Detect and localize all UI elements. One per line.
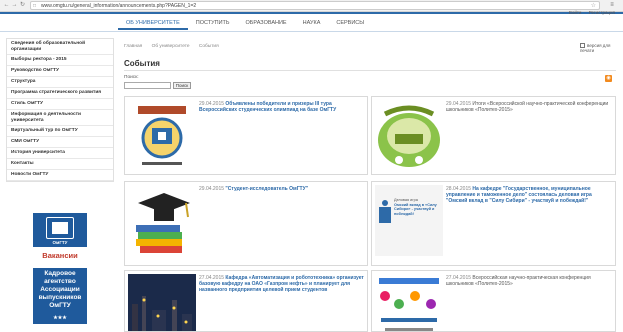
search-button[interactable]: Поиск (173, 82, 191, 89)
contest-badge-thumbnail (375, 100, 443, 171)
hr-agency-banner[interactable]: Кадровое агентство Ассоциации выпускнико… (33, 268, 87, 324)
event-card[interactable]: 29.04.2015 "Студент-исследователь ОмГТУ" (124, 181, 368, 266)
main-navigation: ОБ УНИВЕРСИТЕТЕ ПОСТУПИТЬ ОБРАЗОВАНИЕ НА… (118, 16, 372, 30)
page-title: События (124, 59, 160, 68)
sidebar-item-leadership[interactable]: Руководство ОмГТУ (7, 66, 113, 77)
page-icon: □ (33, 3, 37, 9)
event-card[interactable]: 27.04.2015 Кафедра «Автоматизация и робо… (124, 270, 368, 332)
business-game-thumbnail (375, 185, 443, 256)
rss-icon[interactable]: ◉ (605, 75, 612, 82)
browser-toolbar: ← → ↻ □ www.omgtu.ru/general_information… (0, 0, 623, 12)
nav-about[interactable]: ОБ УНИВЕРСИТЕТЕ (118, 16, 188, 30)
event-card[interactable]: 29.04.2015 Объявлены победители и призер… (124, 96, 368, 175)
refinery-night-thumbnail (128, 274, 196, 331)
title-divider (124, 70, 616, 71)
logo-emblem (52, 222, 68, 234)
hr-agency-text: Кадровое агентство Ассоциации выпускнико… (38, 270, 82, 309)
sidebar-item-history[interactable]: История университета (7, 148, 113, 159)
sidebar-item-org-info[interactable]: Сведения об образовательной организации (7, 39, 113, 55)
reload-icon[interactable]: ↻ (19, 2, 26, 9)
breadcrumb-home[interactable]: Главная (124, 44, 142, 49)
sidebar-item-news[interactable]: Новости ОмГТУ (7, 170, 113, 181)
breadcrumb: Главная Об университете События (124, 44, 227, 49)
breadcrumb-about[interactable]: Об университете (152, 44, 190, 49)
bookmark-star-icon[interactable]: ☆ (591, 2, 596, 9)
sidebar-item-virtual-tour[interactable]: Виртуальный тур по ОмГТУ (7, 126, 113, 137)
browser-menu-icon[interactable]: ≡ (606, 2, 618, 10)
sidebar-item-media[interactable]: СМИ ОмГТУ (7, 137, 113, 148)
nav-science[interactable]: НАУКА (295, 16, 329, 30)
nav-education[interactable]: ОБРАЗОВАНИЕ (238, 16, 295, 30)
event-title[interactable]: Итоги «Всероссийской научно-практической… (446, 101, 608, 113)
sidebar-item-strategy[interactable]: Программа стратегического развития (7, 88, 113, 99)
event-title[interactable]: Кафедра «Автоматизация и робототехника» … (199, 275, 364, 293)
url-text: www.omgtu.ru/general_information/announc… (41, 3, 197, 9)
search-label: Поиск: (124, 75, 139, 80)
stars-icon: ★★★ (53, 315, 67, 321)
sidebar-item-elections[interactable]: Выборы ректора - 2015 (7, 55, 113, 66)
address-bar[interactable]: □ www.omgtu.ru/general_information/annou… (30, 1, 600, 10)
nav-services[interactable]: СЕРВИСЫ (328, 16, 372, 30)
event-card[interactable]: Деловая игра Омский вклад в «Силу Сибири… (371, 181, 616, 266)
back-icon[interactable]: ← (3, 2, 10, 9)
print-version-link[interactable]: версия для печати (580, 43, 616, 53)
graduation-cap-thumbnail (128, 185, 196, 256)
omgtu-logo-banner[interactable]: ОмГТУ (33, 213, 87, 247)
event-card[interactable]: 27.04.2015 Всероссийская научно-практиче… (371, 270, 616, 332)
sidebar-item-style[interactable]: Стиль ОмГТУ (7, 99, 113, 110)
breadcrumb-events: События (198, 44, 219, 49)
header-accent-line (0, 12, 623, 14)
olympiad-logo-thumbnail (128, 100, 196, 171)
event-title[interactable]: "Студент-исследователь ОмГТУ" (225, 186, 308, 192)
login-link[interactable]: Войти (569, 10, 582, 15)
nav-admission[interactable]: ПОСТУПИТЬ (188, 16, 238, 30)
search-input[interactable] (124, 82, 171, 89)
event-date: 29.04.2015 (199, 186, 225, 192)
sidebar-item-contacts[interactable]: Контакты (7, 159, 113, 170)
sidebar-item-activity[interactable]: Информация о деятельности университета (7, 110, 113, 126)
forward-icon[interactable]: → (11, 2, 18, 9)
register-link[interactable]: Регистрация (589, 10, 615, 15)
conference-poster-thumbnail (375, 274, 443, 331)
sidebar-item-structure[interactable]: Структура (7, 77, 113, 88)
sidebar-menu: Сведения об образовательной организации … (6, 38, 114, 182)
game-heading-text: Омский вклад в «Силу Сибири» - участвуй … (394, 202, 437, 216)
nav-divider (0, 31, 623, 32)
vacancies-banner[interactable]: Вакансии (33, 248, 87, 264)
logo-text: ОмГТУ (52, 240, 68, 245)
user-links: Войти Регистрация (563, 10, 615, 15)
event-card[interactable]: 29.04.2015 Итоги «Всероссийской научно-п… (371, 96, 616, 175)
